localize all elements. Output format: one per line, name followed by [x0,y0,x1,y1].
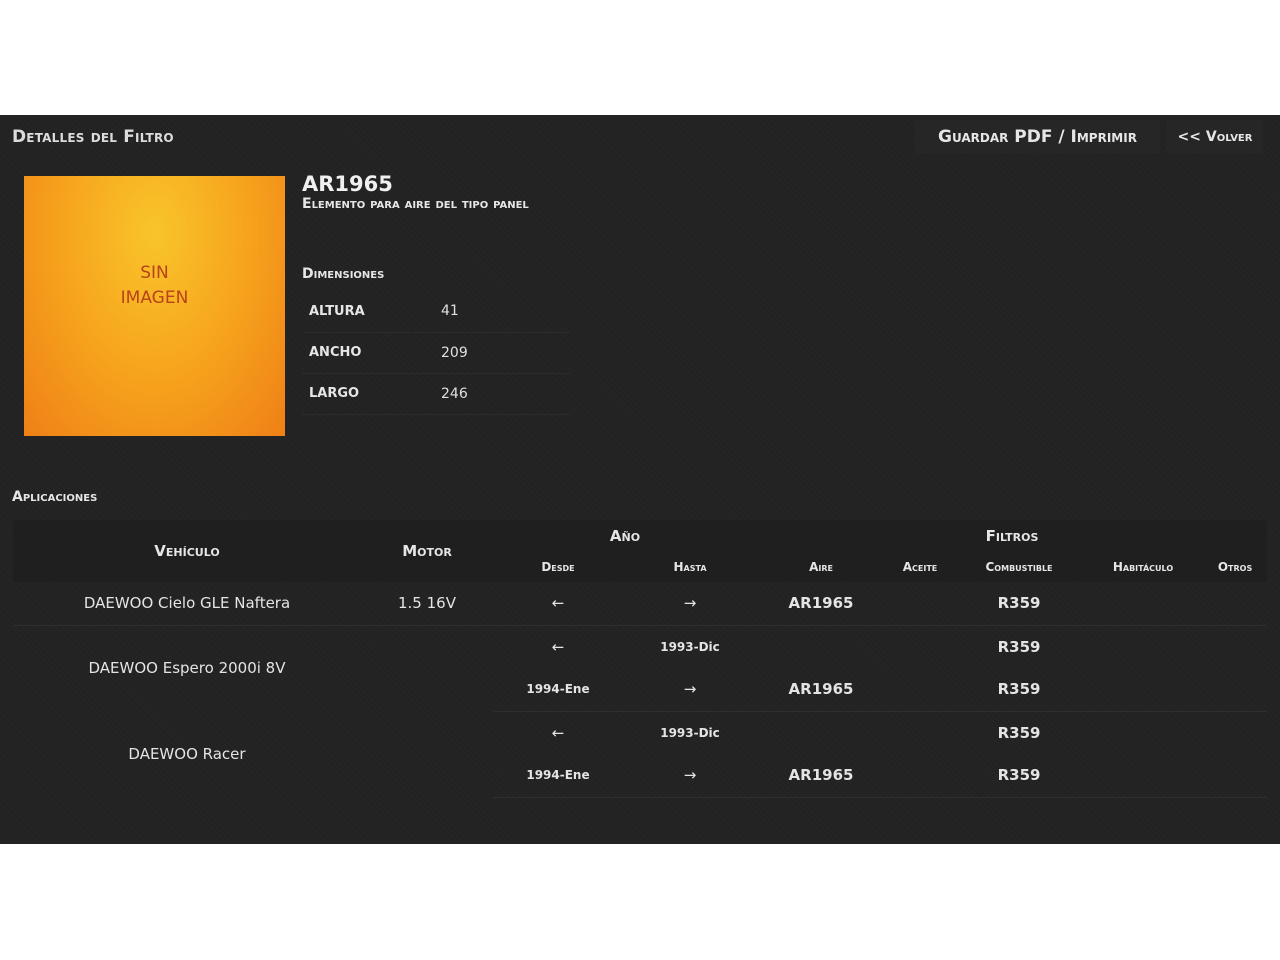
dimension-label: ANCHO [302,332,434,374]
cabin-filter-cell [1083,754,1204,798]
fuel-filter-cell[interactable]: R359 [955,668,1084,712]
no-image-text-line1: SIN [140,263,169,283]
cabin-filter-cell [1083,668,1204,712]
table-row: DAEWOO Cielo GLE Naftera 1.5 16V ← → AR1… [13,582,1268,626]
page-title: Detalles del Filtro [12,127,174,147]
header-air: Aire [809,560,833,574]
air-filter-cell[interactable] [757,625,885,668]
oil-filter-cell [885,582,956,626]
product-description: Elemento para aire del tipo panel [302,196,529,212]
air-filter-cell[interactable]: AR1965 [757,668,886,712]
dimension-label: LARGO [302,373,434,415]
from-cell: ← [551,637,565,656]
fuel-filter-cell[interactable]: R359 [955,711,1083,754]
header-oil: Aceite [902,560,938,574]
table-row: DAEWOO Espero 2000i 8V ← 1993-Dic R359 [13,625,1267,678]
oil-filter-cell [885,668,956,712]
oil-filter-cell [885,754,956,798]
header-vehicle: Vehículo [154,542,220,560]
header-filters: Filtros [985,527,1039,545]
header-from: Desde [541,560,575,574]
header-motor: Motor [402,542,452,560]
to-cell: → [623,754,758,798]
table-row: DAEWOO Racer ← 1993-Dic R359 [13,711,1267,763]
applications-title: Aplicaciones [12,489,98,505]
header-cabin: Habitáculo [1112,560,1174,574]
other-filter-cell [1203,625,1267,668]
back-button[interactable]: << Volver [1167,120,1263,154]
filter-details-panel: Detalles del Filtro Guardar PDF / Imprim… [0,115,1280,844]
dimension-row-length: LARGO 246 [302,373,570,415]
fuel-filter-cell[interactable]: R359 [955,754,1084,798]
fuel-filter-cell[interactable]: R359 [955,582,1084,626]
no-image-placeholder: SIN IMAGEN [24,176,285,436]
to-cell: 1993-Dic [660,725,720,740]
to-cell: 1993-Dic [660,639,720,654]
vehicle-cell: DAEWOO Espero 2000i 8V [88,659,286,678]
vehicle-cell: DAEWOO Racer [128,745,246,763]
air-filter-cell[interactable]: AR1965 [757,754,886,798]
other-filter-cell [1203,668,1268,712]
from-cell: 1994-Ene [493,754,623,798]
cabin-filter-cell [1083,582,1204,626]
dimension-label: ALTURA [302,291,434,333]
dimensions-table: ALTURA 41 ANCHO 209 LARGO 246 [302,291,570,415]
dimension-row-height: ALTURA 41 [302,291,570,333]
dimensions-title: Dimensiones [302,266,385,282]
fuel-filter-cell[interactable]: R359 [955,625,1083,668]
to-cell: → [623,582,758,626]
header-year: Año [609,527,641,545]
header-to: Hasta [673,560,707,574]
oil-filter-cell [885,711,955,754]
dimension-row-width: ANCHO 209 [302,332,570,374]
other-filter-cell [1203,582,1268,626]
cabin-filter-cell [1083,711,1203,754]
other-filter-cell [1203,754,1268,798]
motor-cell [361,711,493,797]
header-other: Otros [1217,560,1253,574]
save-pdf-print-button[interactable]: Guardar PDF / Imprimir [915,120,1160,154]
applications-table: Vehículo Motor Año Filtros Desde Hasta A… [13,520,1268,798]
dimension-value: 246 [434,373,570,415]
no-image-text-line2: IMAGEN [120,288,189,308]
from-cell: 1994-Ene [493,668,623,712]
motor-cell: 1.5 16V [361,582,493,626]
product-code: AR1965 [302,172,393,196]
from-cell: ← [493,582,623,626]
table-header-row: Vehículo Motor Año Filtros [13,520,1267,560]
to-cell: → [623,668,758,712]
vehicle-cell: DAEWOO Cielo GLE Naftera [13,582,361,626]
header-fuel: Combustible [985,560,1053,574]
air-filter-cell[interactable]: AR1965 [757,582,886,626]
other-filter-cell [1203,711,1267,754]
motor-cell [361,625,493,711]
cabin-filter-cell [1083,625,1203,668]
dimension-value: 41 [434,291,570,333]
from-cell: ← [551,723,565,742]
air-filter-cell[interactable] [757,711,885,754]
oil-filter-cell [885,625,955,668]
dimension-value: 209 [434,332,570,374]
